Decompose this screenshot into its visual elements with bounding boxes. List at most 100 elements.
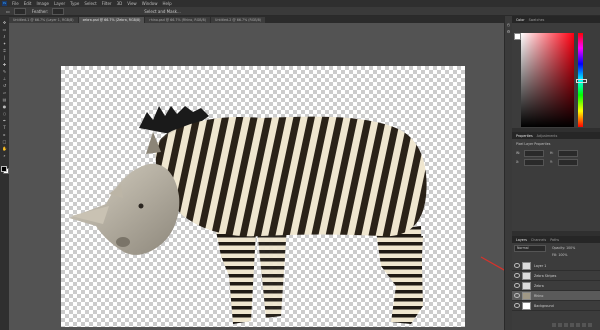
link-layers-icon[interactable] xyxy=(552,323,556,327)
layers-panel: Normal Opacity: 100% Fill: 100% Layer 1 … xyxy=(512,243,600,330)
foreground-color-swatch[interactable] xyxy=(1,166,7,172)
visibility-eye-icon[interactable] xyxy=(514,303,520,308)
brush-icon[interactable]: ✎ xyxy=(2,69,7,74)
color-picker-field[interactable] xyxy=(521,33,574,127)
layer-name: Rhino xyxy=(534,293,544,298)
layer-thumbnail xyxy=(522,301,531,310)
color-panel xyxy=(512,23,600,128)
tab-color[interactable]: Color xyxy=(516,18,525,22)
tab-layers[interactable]: Layers xyxy=(516,238,527,242)
width-label: W: xyxy=(516,151,521,155)
y-input[interactable] xyxy=(558,159,578,166)
delete-layer-icon[interactable] xyxy=(588,323,592,327)
foreground-swatch[interactable] xyxy=(514,33,521,40)
blur-icon[interactable]: ● xyxy=(2,104,7,109)
blend-mode-select[interactable]: Normal xyxy=(514,245,546,252)
rectangle-icon[interactable]: □ xyxy=(2,139,7,144)
layer-row-zebra[interactable]: Zebra xyxy=(512,281,600,291)
menu-item-view[interactable]: View xyxy=(127,1,137,6)
menu-bar: Ps File Edit Image Layer Type Select Fil… xyxy=(0,0,600,7)
marquee-icon[interactable]: ▭ xyxy=(6,9,10,14)
layer-row-zebra-stripes[interactable]: Zebra Stripes xyxy=(512,271,600,281)
menu-item-3d[interactable]: 3D xyxy=(117,1,123,6)
pen-icon[interactable]: ✒ xyxy=(2,118,7,123)
healing-brush-icon[interactable]: ✚ xyxy=(2,62,7,67)
menu-item-image[interactable]: Image xyxy=(36,1,49,6)
opacity-control[interactable]: Opacity: 100% xyxy=(552,246,575,250)
fill-control[interactable]: Fill: 100% xyxy=(552,253,567,257)
layer-name: Layer 1 xyxy=(534,263,547,268)
layer-row-rhino[interactable]: Rhino xyxy=(512,291,600,301)
eraser-icon[interactable]: ▱ xyxy=(2,90,7,95)
path-selection-icon[interactable]: ▸ xyxy=(2,132,7,137)
y-label: Y: xyxy=(550,160,553,164)
visibility-eye-icon[interactable] xyxy=(514,293,520,298)
layer-row-background[interactable]: Background xyxy=(512,301,600,311)
feather-input[interactable] xyxy=(52,7,65,15)
visibility-eye-icon[interactable] xyxy=(514,263,520,268)
lasso-icon[interactable]: ℓ xyxy=(2,34,7,39)
selection-mode-control[interactable] xyxy=(13,7,26,15)
document-canvas[interactable] xyxy=(61,66,465,327)
layer-thumbnail xyxy=(522,271,531,280)
gradient-icon[interactable]: ▤ xyxy=(2,97,7,102)
marquee-icon[interactable]: ▭ xyxy=(2,27,7,32)
menu-item-file[interactable]: File xyxy=(12,1,19,6)
magic-wand-icon[interactable]: ✦ xyxy=(2,41,7,46)
hand-icon[interactable]: ✋ xyxy=(2,146,7,151)
menu-item-edit[interactable]: Edit xyxy=(24,1,32,6)
clone-stamp-icon[interactable]: ⊥ xyxy=(2,76,7,81)
crop-icon[interactable]: ⌗ xyxy=(2,48,7,53)
visibility-eye-icon[interactable] xyxy=(514,273,520,278)
document-workspace xyxy=(9,23,514,330)
options-bar: ▭ Feather: Select and Mask... xyxy=(0,7,600,16)
tab-properties[interactable]: Properties xyxy=(516,134,533,138)
menu-item-help[interactable]: Help xyxy=(162,1,171,6)
zebra-front-left-leg xyxy=(216,231,256,324)
adjustment-layer-icon[interactable] xyxy=(570,323,574,327)
x-input[interactable] xyxy=(524,159,544,166)
rhino-eye xyxy=(138,203,144,209)
zebra-body xyxy=(155,116,427,237)
layer-name: Background xyxy=(534,303,554,308)
history-panel-icon[interactable]: ◴ xyxy=(506,22,511,27)
tab-swatches[interactable]: Swatches xyxy=(529,18,545,22)
type-icon[interactable]: T xyxy=(2,125,7,130)
zebra-rhino-composite-image xyxy=(69,106,427,324)
menu-item-filter[interactable]: Filter xyxy=(102,1,112,6)
layer-name: Zebra xyxy=(534,283,544,288)
layers-panel-footer xyxy=(552,323,598,328)
layer-row-layer-1[interactable]: Layer 1 xyxy=(512,261,600,271)
tab-adjustments[interactable]: Adjustments xyxy=(537,134,558,138)
color-panel-tabs: Color Swatches xyxy=(512,16,600,23)
select-and-mask-button[interactable]: Select and Mask... xyxy=(144,9,181,14)
eyedropper-icon[interactable]: ǀ xyxy=(2,55,7,60)
new-group-icon[interactable] xyxy=(576,323,580,327)
history-brush-icon[interactable]: ↺ xyxy=(2,83,7,88)
right-panel-dock: Color Swatches Properties Adjustments Pi… xyxy=(512,16,600,330)
properties-panel-tabs: Properties Adjustments xyxy=(512,132,600,139)
layer-thumbnail xyxy=(522,261,531,270)
menu-item-type[interactable]: Type xyxy=(70,1,79,6)
feather-label: Feather: xyxy=(31,8,49,14)
dodge-icon[interactable]: ○ xyxy=(2,111,7,116)
x-label: X: xyxy=(516,160,520,164)
layer-name: Zebra Stripes xyxy=(534,273,557,278)
width-input[interactable] xyxy=(524,150,544,157)
document-tab-bar: Untitled-1 @ 66.7% (Layer 1, RGB/8) zebr… xyxy=(9,16,504,23)
layer-style-icon[interactable] xyxy=(558,323,562,327)
menu-item-window[interactable]: Window xyxy=(142,1,158,6)
new-layer-icon[interactable] xyxy=(582,323,586,327)
move-icon[interactable]: ✥ xyxy=(2,20,7,25)
brush-settings-icon[interactable]: ⚙ xyxy=(506,29,511,34)
tab-paths[interactable]: Paths xyxy=(550,238,559,242)
add-mask-icon[interactable] xyxy=(564,323,568,327)
menu-item-layer[interactable]: Layer xyxy=(54,1,65,6)
photoshop-logo-icon: Ps xyxy=(2,1,7,6)
visibility-eye-icon[interactable] xyxy=(514,283,520,288)
height-input[interactable] xyxy=(558,150,578,157)
tab-channels[interactable]: Channels xyxy=(531,238,546,242)
zoom-icon[interactable]: ⌕ xyxy=(2,153,7,158)
hue-slider-handle[interactable] xyxy=(576,79,587,83)
menu-item-select[interactable]: Select xyxy=(84,1,96,6)
